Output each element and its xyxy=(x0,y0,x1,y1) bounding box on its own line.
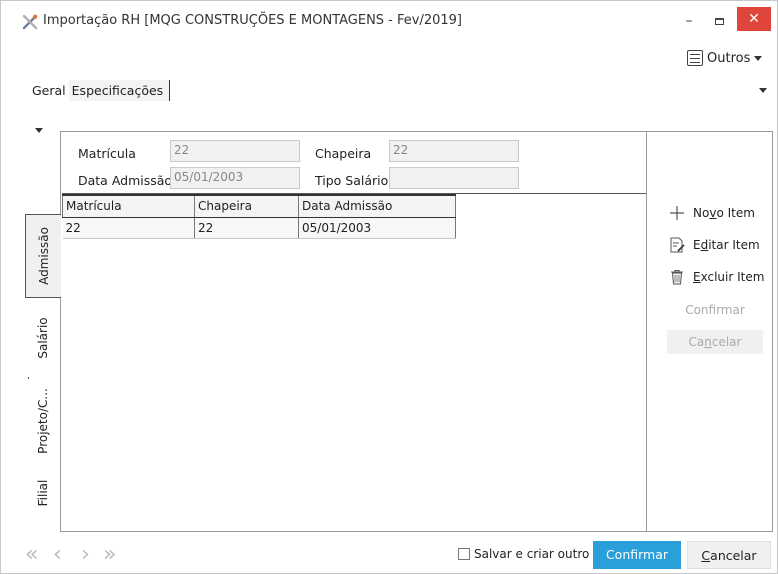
tab-bar: Geral Especificações xyxy=(29,79,171,101)
save-and-create-option[interactable]: Salvar e criar outro xyxy=(458,547,589,561)
vtab-admissao-label: Admissão xyxy=(36,227,51,285)
side-cancelar-button[interactable]: Cancelar xyxy=(667,330,763,354)
tipo-salario-label: Tipo Salário xyxy=(315,173,389,188)
import-window: Importação RH [MQG CONSTRUÇÕES E MONTAGE… xyxy=(0,0,778,574)
data-admissao-field[interactable]: 05/01/2003 xyxy=(170,167,300,189)
actions-divider xyxy=(646,131,647,532)
vtab-projeto-label: Projeto/C... xyxy=(36,388,50,454)
minimize-button[interactable]: – xyxy=(677,11,701,31)
novo-item-label: Novo Item xyxy=(693,206,755,220)
plus-icon xyxy=(670,206,684,220)
chapeira-field[interactable]: 22 xyxy=(389,140,519,162)
chevron-down-icon xyxy=(754,55,763,61)
list-icon xyxy=(687,50,703,66)
chapeira-label: Chapeira xyxy=(315,146,372,161)
vtab-admissao[interactable]: Admissão xyxy=(25,214,61,298)
maximize-icon xyxy=(715,18,724,25)
excluir-item-button[interactable]: Excluir Item xyxy=(669,266,764,288)
tab-especificacoes[interactable]: Especificações xyxy=(68,79,171,101)
last-record-icon[interactable]: » xyxy=(103,541,116,569)
novo-item-button[interactable]: Novo Item xyxy=(669,202,755,224)
vtab-filial[interactable]: Filial xyxy=(25,463,61,523)
close-button[interactable]: ✕ xyxy=(737,7,771,31)
excluir-item-label: Excluir Item xyxy=(693,270,765,284)
vtab-projeto[interactable]: Projeto/C... xyxy=(25,381,61,461)
col-chapeira[interactable]: Chapeira xyxy=(194,194,299,218)
side-confirmar-button[interactable]: Confirmar xyxy=(667,298,763,322)
confirm-button[interactable]: Confirmar xyxy=(593,541,681,569)
vtab-salario-label: Salário xyxy=(36,317,50,359)
matricula-field[interactable]: 22 xyxy=(170,140,300,162)
vtab-salario[interactable]: Salário xyxy=(25,301,61,375)
data-admissao-label: Data Admissão xyxy=(78,173,173,188)
editar-item-label: Editar Item xyxy=(693,238,760,252)
matricula-label: Matrícula xyxy=(78,146,136,161)
previous-record-icon[interactable]: ‹ xyxy=(53,541,62,569)
title-bar: Importação RH [MQG CONSTRUÇÕES E MONTAGE… xyxy=(1,1,777,41)
grid-header-row: Matrícula Chapeira Data Admissão xyxy=(62,194,456,218)
cell-data-admissao[interactable]: 05/01/2003 xyxy=(298,217,456,239)
save-and-create-label: Salvar e criar outro xyxy=(474,547,590,561)
cell-matricula[interactable]: 22 xyxy=(62,217,195,239)
outros-label: Outros xyxy=(707,50,751,66)
tab-geral[interactable]: Geral xyxy=(29,80,69,101)
maximize-button[interactable] xyxy=(707,11,731,31)
next-record-icon[interactable]: › xyxy=(81,541,90,569)
vtab-separator xyxy=(28,377,29,379)
outros-menu-button[interactable]: Outros xyxy=(687,48,763,68)
items-grid: Matrícula Chapeira Data Admissão 22 22 0… xyxy=(62,194,456,239)
tipo-salario-field[interactable] xyxy=(389,167,519,189)
vtab-filial-label: Filial xyxy=(36,479,50,507)
edit-document-icon xyxy=(670,237,685,253)
save-and-create-checkbox[interactable] xyxy=(458,548,470,560)
editar-item-button[interactable]: Editar Item xyxy=(669,234,760,256)
tools-icon xyxy=(22,14,38,30)
tabs-menu-icon[interactable] xyxy=(759,88,767,93)
vertical-tabs-menu-icon[interactable] xyxy=(35,128,43,133)
cell-chapeira[interactable]: 22 xyxy=(194,217,299,239)
trash-icon xyxy=(671,270,683,285)
cancel-button[interactable]: Cancelar xyxy=(687,541,771,569)
window-title: Importação RH [MQG CONSTRUÇÕES E MONTAGE… xyxy=(43,13,462,28)
table-row[interactable]: 22 22 05/01/2003 xyxy=(62,217,456,239)
first-record-icon[interactable]: « xyxy=(25,541,38,569)
col-data-admissao[interactable]: Data Admissão xyxy=(298,194,456,218)
col-matricula[interactable]: Matrícula xyxy=(62,194,195,218)
